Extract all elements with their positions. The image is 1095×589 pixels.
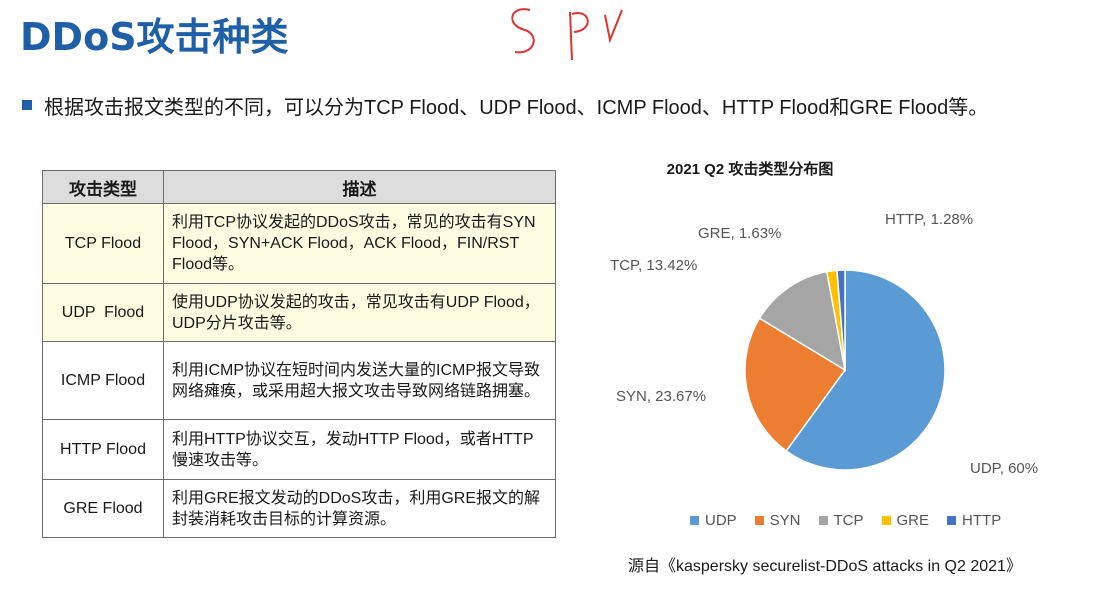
row-type: GRE Flood [42, 479, 164, 538]
slice-label-http: HTTP, 1.28% [885, 211, 974, 228]
row-desc: 使用UDP协议发起的攻击，常见攻击有UDP Flood，UDP分片攻击等。 [163, 283, 556, 342]
row-type: HTTP Flood [42, 419, 164, 480]
source-citation: 源自《kaspersky securelist-DDoS attacks in … [628, 558, 1022, 575]
intro-text: 根据攻击报文类型的不同，可以分为TCP Flood、UDP Flood、ICMP… [44, 97, 989, 119]
row-type: TCP Flood [42, 203, 164, 284]
row-type: UDP Flood [42, 283, 164, 342]
row-type: ICMP Flood [42, 341, 164, 420]
header-description: 描述 [163, 170, 556, 204]
row-desc: 利用TCP协议发起的DDoS攻击，常见的攻击有SYN Flood，SYN+ACK… [163, 203, 556, 284]
slide-title: DDoS攻击种类 [20, 15, 289, 59]
attack-type-table: 攻击类型 描述 TCP Flood 利用TCP协议发起的DDoS攻击，常见的攻击… [42, 170, 556, 538]
slice-label-syn: SYN, 23.67% [616, 388, 707, 405]
row-desc: 利用HTTP协议交互，发动HTTP Flood，或者HTTP慢速攻击等。 [163, 419, 556, 480]
row-desc: 利用GRE报文发动的DDoS攻击，利用GRE报文的解封装消耗攻击目标的计算资源。 [163, 479, 556, 538]
handwriting-scribble-icon [511, 8, 623, 61]
legend-item-gre: GRE [881, 512, 929, 529]
bullet-square-icon [22, 100, 32, 110]
pie-chart: 2021 Q2 攻击类型分布图 UDP, 60% SYN, 23.67% TCP… [580, 150, 1080, 570]
table-row: UDP Flood 使用UDP协议发起的攻击，常见攻击有UDP Flood，UD… [42, 283, 556, 342]
table-row: TCP Flood 利用TCP协议发起的DDoS攻击，常见的攻击有SYN Flo… [42, 203, 556, 284]
pie-svg [744, 269, 946, 471]
legend-item-udp: UDP [690, 512, 737, 529]
legend-item-syn: SYN [754, 512, 801, 529]
table-row: ICMP Flood 利用ICMP协议在短时间内发送大量的ICMP报文导致网络瘫… [42, 341, 556, 420]
slice-label-tcp: TCP, 13.42% [610, 257, 698, 274]
legend-item-tcp: TCP [818, 512, 864, 529]
header-attack-type: 攻击类型 [42, 170, 164, 204]
slice-label-gre: GRE, 1.63% [698, 225, 782, 242]
row-desc: 利用ICMP协议在短时间内发送大量的ICMP报文导致网络瘫痪，或采用超大报文攻击… [163, 341, 556, 420]
table-row: HTTP Flood 利用HTTP协议交互，发动HTTP Flood，或者HTT… [42, 419, 556, 480]
table-row: GRE Flood 利用GRE报文发动的DDoS攻击，利用GRE报文的解封装消耗… [42, 479, 556, 538]
legend-item-http: HTTP [947, 512, 1001, 529]
chart-legend: UDP SYN TCP GRE HTTP [690, 512, 1001, 529]
slice-label-udp: UDP, 60% [970, 460, 1039, 477]
